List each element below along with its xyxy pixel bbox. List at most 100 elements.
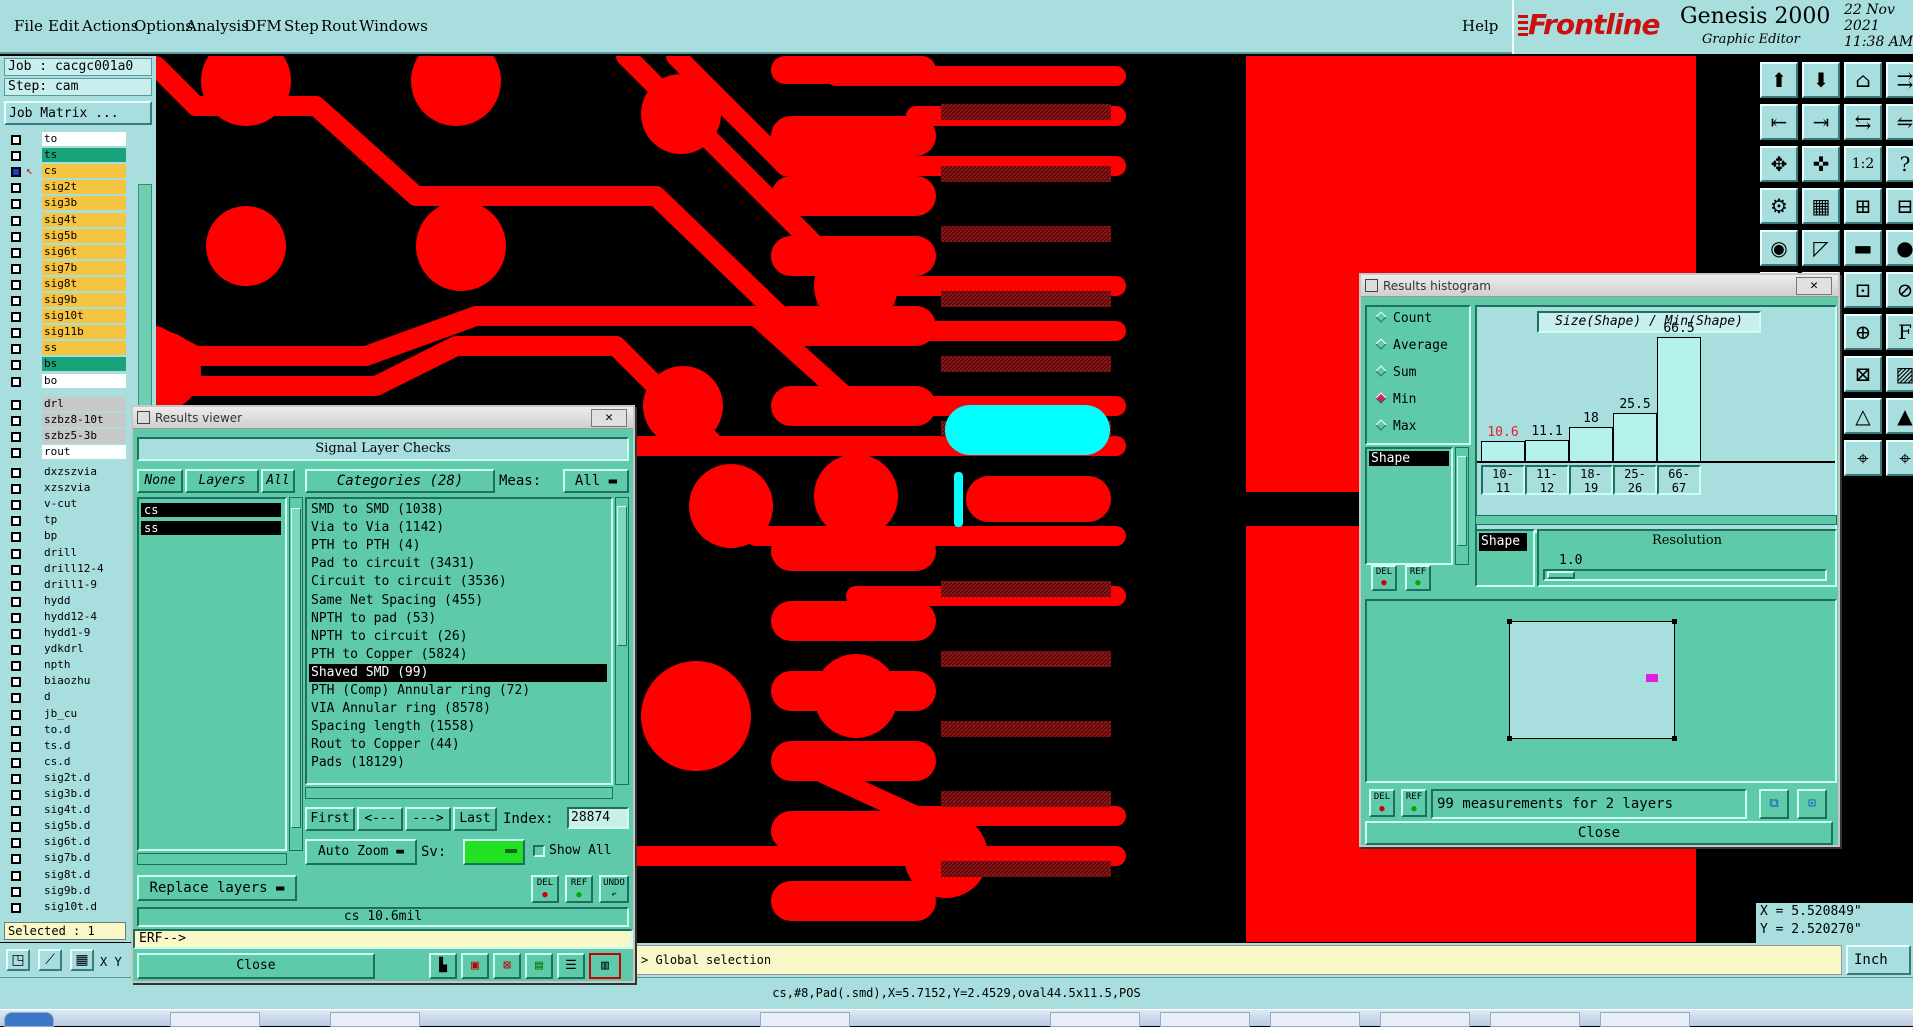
layer-checkbox[interactable] <box>11 296 21 306</box>
layer-checkbox[interactable] <box>11 247 21 258</box>
preview-del-button[interactable]: DEL ● <box>1369 789 1395 817</box>
radio-sum[interactable]: Sum <box>1375 365 1416 380</box>
layer-checkbox[interactable] <box>11 790 21 800</box>
layer-row-rout[interactable]: rout <box>8 445 126 460</box>
severity-selector[interactable] <box>463 839 525 865</box>
layer-row-sig8t[interactable]: sig8t <box>8 276 126 292</box>
category-item[interactable]: PTH to PTH (4) <box>309 537 421 555</box>
first-button[interactable]: First <box>305 807 355 831</box>
layer-row-v-cut[interactable]: v-cut <box>8 497 126 512</box>
menu-help[interactable]: Help <box>1462 17 1498 35</box>
tool-button-icon[interactable]: ⇥ <box>1802 104 1840 140</box>
layer-row-to.d[interactable]: to.d <box>8 722 126 738</box>
layer-row-bp[interactable]: bp <box>8 529 126 544</box>
zoom-result-icon[interactable]: ⧉ <box>1759 789 1789 819</box>
tool-button-icon[interactable]: ◸ <box>1802 230 1840 266</box>
radio-count[interactable]: Count <box>1375 311 1432 326</box>
menu-analysis[interactable]: Analysis <box>186 17 249 35</box>
close-icon[interactable]: ✕ <box>591 409 627 427</box>
layer-checkbox[interactable] <box>11 677 21 688</box>
list-icon[interactable]: ☰ <box>557 953 585 979</box>
layer-row-szbz8-10t[interactable]: szbz8-10t <box>8 413 126 428</box>
layer-checkbox[interactable] <box>11 416 21 427</box>
layer-checkbox[interactable] <box>11 432 21 443</box>
select-mode-icon[interactable]: ◳ <box>6 949 30 971</box>
layer-checkbox[interactable] <box>11 231 21 242</box>
resolution-slider[interactable] <box>1543 569 1827 581</box>
layer-row-sig4t[interactable]: sig4t <box>8 212 126 228</box>
tool-button-icon[interactable]: ⊘ <box>1886 272 1913 308</box>
layer-checkbox[interactable] <box>11 151 21 162</box>
layer-checkbox[interactable] <box>11 822 21 833</box>
shape-label[interactable]: Shape <box>1479 533 1527 551</box>
layer-checkbox[interactable] <box>11 263 21 274</box>
menu-edit[interactable]: Edit <box>48 17 79 35</box>
layer-row-sig4t.d[interactable]: sig4t.d <box>8 803 126 818</box>
film-icon[interactable]: ▣ <box>461 953 489 979</box>
tool-button-icon[interactable]: ▨ <box>1886 356 1913 392</box>
layer-checkbox[interactable] <box>11 693 21 704</box>
show-all-checkbox[interactable] <box>533 845 545 857</box>
highlighted-pad[interactable] <box>945 405 1110 455</box>
tool-button-icon[interactable]: ⌂ <box>1844 62 1882 98</box>
tool-button-icon[interactable]: ▲ <box>1886 398 1913 434</box>
categories-hscrollbar[interactable] <box>305 787 613 799</box>
category-item[interactable]: Shaved SMD (99) <box>309 663 607 682</box>
tool-button-icon[interactable]: ⇋ <box>1886 104 1913 140</box>
layer-row-sig8t.d[interactable]: sig8t.d <box>8 867 126 883</box>
layer-checkbox[interactable] <box>11 596 21 607</box>
layer-checkbox[interactable] <box>11 806 21 817</box>
layer-row-sig6t[interactable]: sig6t <box>8 244 126 260</box>
layer-checkbox[interactable] <box>11 741 21 752</box>
histogram-icon[interactable]: ▥ <box>589 953 621 979</box>
layer-row-drill12-4[interactable]: drill12-4 <box>8 561 126 577</box>
category-item[interactable]: VIA Annular ring (8578) <box>309 700 491 718</box>
categories-list[interactable]: SMD to SMD (1038) Via to Via (1142) PTH to… <box>305 497 613 785</box>
shape-list-item[interactable]: Shape <box>1369 451 1449 466</box>
layer-checkbox[interactable] <box>11 344 21 355</box>
layer-checkbox[interactable] <box>11 328 21 339</box>
shape-list-scrollbar[interactable] <box>1455 447 1469 565</box>
categories-scrollbar[interactable] <box>615 497 629 785</box>
layer-list-item[interactable]: cs <box>141 503 281 517</box>
layer-row-bs[interactable]: bs <box>8 357 126 372</box>
tool-button-icon[interactable]: ⊠ <box>1844 356 1882 392</box>
tool-button-icon[interactable]: ◉ <box>1760 230 1798 266</box>
histogram-bar[interactable] <box>1525 440 1569 461</box>
category-item[interactable]: Spacing length (1558) <box>309 718 475 736</box>
layer-checkbox[interactable] <box>11 854 21 865</box>
category-item[interactable]: Same Net Spacing (455) <box>309 592 483 610</box>
layer-checkbox[interactable] <box>11 548 21 559</box>
radio-max[interactable]: Max <box>1375 419 1416 434</box>
tool-button-icon[interactable]: ⚙ <box>1760 188 1798 224</box>
tool-button-icon[interactable]: ⌖ <box>1844 440 1882 476</box>
layer-checkbox[interactable] <box>11 886 21 897</box>
layer-checkbox[interactable] <box>11 532 21 543</box>
slider-thumb[interactable] <box>1547 571 1575 579</box>
tool-button-icon[interactable]: F <box>1886 314 1913 350</box>
filter-icon[interactable]: ⊠ <box>493 953 521 979</box>
layer-row-dxzszvia[interactable]: dxzszvia <box>8 465 126 480</box>
undo-button[interactable]: UNDO ↶ <box>599 875 629 903</box>
layer-checkbox[interactable] <box>11 376 21 387</box>
layer-row-hydd[interactable]: hydd <box>8 593 126 609</box>
taskbar-item-3[interactable] <box>760 1012 850 1027</box>
layer-checkbox[interactable] <box>11 135 21 145</box>
layer-row-hydd1-9[interactable]: hydd1-9 <box>8 626 126 641</box>
layer-checkbox[interactable] <box>11 661 21 672</box>
shape-list[interactable]: Shape <box>1365 447 1453 565</box>
layer-checkbox[interactable] <box>11 709 21 720</box>
tool-button-icon[interactable]: ⌖ <box>1886 440 1913 476</box>
layer-checkbox[interactable] <box>11 645 21 656</box>
layer-row-sig7b[interactable]: sig7b <box>8 260 126 276</box>
menu-step[interactable]: Step <box>284 17 319 35</box>
layer-checkbox[interactable] <box>11 167 21 178</box>
preview-ref-button[interactable]: REF ● <box>1401 789 1427 817</box>
tool-button-icon[interactable]: ? <box>1886 146 1913 182</box>
layer-checkbox[interactable] <box>11 484 21 495</box>
tool-button-icon[interactable]: ⇉ <box>1886 62 1913 98</box>
menu-actions[interactable]: Actions <box>82 17 138 35</box>
fit-view-icon[interactable]: ⊡ <box>1797 789 1827 819</box>
tool-button-icon[interactable]: ⇆ <box>1844 104 1882 140</box>
ref-button[interactable]: REF ● <box>565 875 593 903</box>
